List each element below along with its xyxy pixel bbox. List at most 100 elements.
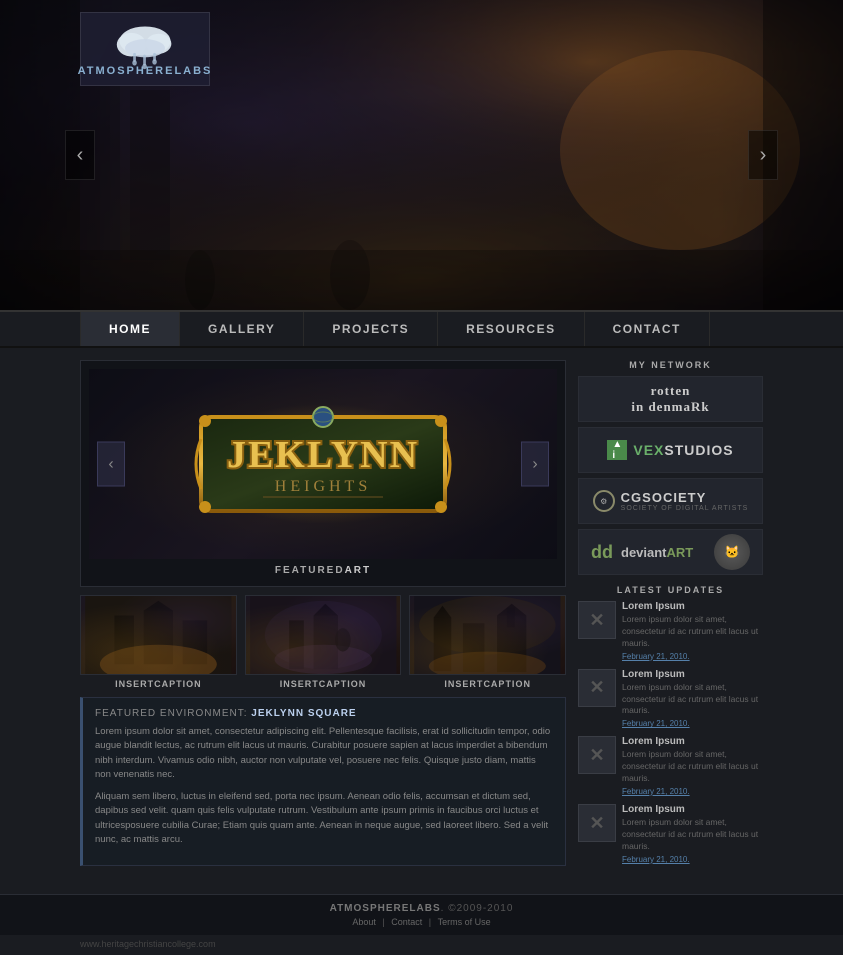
update-3-icon: ✕ [578, 736, 616, 774]
update-1-body: Lorem ipsum dolor sit amet, consectetur … [622, 614, 763, 650]
da-art: ART [667, 545, 694, 560]
da-logo-icon: dd [591, 542, 613, 563]
jeklynn-logo: JEKLYNN JEKLYNN HEIGHTS [183, 399, 463, 529]
thumbnail-2[interactable]: INSERTCAPTION [245, 595, 402, 689]
hero-banner: ATMOSPHERELABS ‹ › [0, 0, 843, 310]
update-3-body: Lorem ipsum dolor sit amet, consectetur … [622, 749, 763, 785]
desc-prefix: FEATURED ENVIRONMENT: [95, 708, 248, 719]
network-cg-content: ⚙ CGSOCIETY SOCIETY OF DIGITAL ARTISTS [593, 490, 749, 512]
update-1-date[interactable]: February 21, 2010. [622, 652, 763, 661]
cg-text: CGSOCIETY [621, 490, 749, 505]
network-rotten[interactable]: rottenin denmaRk [578, 376, 763, 422]
thumb-art-1 [81, 596, 236, 674]
update-2-content: Lorem Ipsum Lorem ipsum dolor sit amet, … [622, 669, 763, 729]
carousel-image: JEKLYNN JEKLYNN HEIGHTS [89, 369, 557, 559]
footer-brand-main: ATMOSPHERE [330, 903, 410, 914]
updates-section: LATEST UPDATES ✕ Lorem Ipsum Lorem ipsum… [578, 585, 763, 864]
thumbnail-1[interactable]: INSERTCAPTION [80, 595, 237, 689]
network-da-content: dd deviantART 🐱 [579, 534, 762, 570]
network-title1: MY [629, 360, 647, 370]
update-3-date[interactable]: February 21, 2010. [622, 787, 763, 796]
thumb-img-1 [80, 595, 237, 675]
featured-text1: FEATURED [275, 565, 345, 576]
update-2-date[interactable]: February 21, 2010. [622, 719, 763, 728]
thumb-caption-1: INSERTCAPTION [115, 679, 202, 689]
update-2: ✕ Lorem Ipsum Lorem ipsum dolor sit amet… [578, 669, 763, 729]
nav-resources[interactable]: RESOURCES [438, 312, 585, 346]
update-3-title: Lorem Ipsum [622, 736, 763, 747]
cg-sub: SOCIETY OF DIGITAL ARTISTS [621, 505, 749, 512]
update-4-title: Lorem Ipsum [622, 804, 763, 815]
network-cg[interactable]: ⚙ CGSOCIETY SOCIETY OF DIGITAL ARTISTS [578, 478, 763, 524]
thumb-img-3 [409, 595, 566, 675]
network-da[interactable]: dd deviantART 🐱 [578, 529, 763, 575]
featured-text2: ART [345, 565, 372, 576]
carousel-inner: JEKLYNN JEKLYNN HEIGHTS ‹ › [89, 369, 557, 559]
update-4-content: Lorem Ipsum Lorem ipsum dolor sit amet, … [622, 804, 763, 864]
update-1-title: Lorem Ipsum [622, 601, 763, 612]
network-vex[interactable]: ▲i VEXSTUDIOS [578, 427, 763, 473]
network-rotten-text: rottenin denmaRk [631, 383, 709, 414]
description-box: FEATURED ENVIRONMENT: JEKLYNN SQUARE Lor… [80, 697, 566, 866]
footer-about-link[interactable]: About [352, 917, 376, 927]
update-3-content: Lorem Ipsum Lorem ipsum dolor sit amet, … [622, 736, 763, 796]
thumbnail-row: INSERTCAPTION [80, 595, 566, 689]
thumb-art-3 [410, 596, 565, 674]
thumb-caption-3: INSERTCAPTION [444, 679, 531, 689]
svg-text:HEIGHTS: HEIGHTS [275, 478, 371, 495]
nav-gallery[interactable]: GALLERY [180, 312, 304, 346]
network-title2: NETWORK [651, 360, 712, 370]
vex-v: VEX [633, 442, 664, 458]
nav-projects[interactable]: PROJECTS [304, 312, 438, 346]
thumb-caption1-text1: INSERT [115, 679, 154, 689]
desc-title: FEATURED ENVIRONMENT: JEKLYNN SQUARE [95, 708, 553, 719]
nav-contact[interactable]: CONTACT [585, 312, 710, 346]
logo-cloud [110, 21, 180, 61]
logo-brand2: LABS [174, 65, 212, 77]
network-section-title: MY NETWORK [578, 360, 763, 370]
nav-home[interactable]: HOME [80, 312, 180, 346]
vex-icon: ▲i [607, 440, 627, 460]
footer-brand: ATMOSPHERELABS. ©2009-2010 [80, 903, 763, 914]
thumb-caption2-text2: CAPTION [319, 679, 367, 689]
thumb-caption3-text1: INSERT [444, 679, 483, 689]
update-1: ✕ Lorem Ipsum Lorem ipsum dolor sit amet… [578, 601, 763, 661]
footer-contact-link[interactable]: Contact [391, 917, 422, 927]
update-4: ✕ Lorem Ipsum Lorem ipsum dolor sit amet… [578, 804, 763, 864]
update-2-title: Lorem Ipsum [622, 669, 763, 680]
da-mascot-icon: 🐱 [714, 534, 750, 570]
cg-icon: ⚙ [593, 490, 615, 512]
bottom-url: www.heritagechristiancollege.com [0, 935, 843, 955]
carousel-prev-button[interactable]: ‹ [97, 442, 125, 487]
thumb-art-2 [246, 596, 401, 674]
hero-prev-icon: ‹ [77, 144, 84, 167]
updates-title1: LATEST [617, 585, 663, 595]
carousel-next-button[interactable]: › [521, 442, 549, 487]
update-1-icon: ✕ [578, 601, 616, 639]
svg-text:JEKLYNN: JEKLYNN [227, 434, 419, 476]
featured-label: FEATUREDART [89, 559, 557, 578]
update-4-body: Lorem ipsum dolor sit amet, consectetur … [622, 817, 763, 853]
thumb-caption2-text1: INSERT [280, 679, 319, 689]
cg-text-block: CGSOCIETY SOCIETY OF DIGITAL ARTISTS [621, 490, 749, 512]
update-4-date[interactable]: February 21, 2010. [622, 855, 763, 864]
logo-area: ATMOSPHERELABS [80, 12, 210, 86]
jeklynn-logo-svg: JEKLYNN JEKLYNN HEIGHTS [183, 399, 463, 529]
featured-carousel: JEKLYNN JEKLYNN HEIGHTS ‹ › [80, 360, 566, 587]
main-layout: JEKLYNN JEKLYNN HEIGHTS ‹ › [0, 348, 843, 884]
main-nav: HOME GALLERY PROJECTS RESOURCES CONTACT [0, 310, 843, 348]
desc-paragraph-2: Aliquam sem libero, luctus in eleifend s… [95, 790, 553, 847]
hero-prev-button[interactable]: ‹ [65, 130, 95, 180]
cloud-icon [110, 21, 180, 71]
footer-brand-sub: LABS [409, 903, 440, 914]
network-vex-content: ▲i VEXSTUDIOS [607, 440, 733, 460]
update-3: ✕ Lorem Ipsum Lorem ipsum dolor sit amet… [578, 736, 763, 796]
footer-terms-link[interactable]: Terms of Use [438, 917, 491, 927]
thumb-caption1-text2: CAPTION [154, 679, 202, 689]
thumbnail-3[interactable]: INSERTCAPTION [409, 595, 566, 689]
update-2-icon: ✕ [578, 669, 616, 707]
update-2-body: Lorem ipsum dolor sit amet, consectetur … [622, 682, 763, 718]
thumb-img-2 [245, 595, 402, 675]
hero-next-button[interactable]: › [748, 130, 778, 180]
footer: ATMOSPHERELABS. ©2009-2010 About | Conta… [0, 894, 843, 935]
